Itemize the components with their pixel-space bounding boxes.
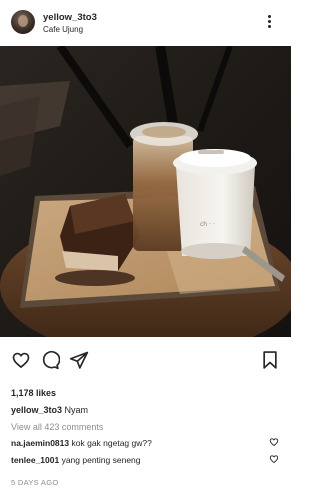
heart-icon[interactable] [269,437,279,447]
post-actions [0,350,291,374]
post-photo[interactable]: ch · · [0,46,291,337]
like-count[interactable]: 1,178 likes [11,388,56,398]
post-timestamp: 5 DAYS AGO [11,478,59,487]
comment-username[interactable]: na.jaemin0813 [11,438,69,448]
caption-text: Nyam [64,405,89,415]
view-all-comments-link[interactable]: View all 423 comments [11,422,103,432]
avatar[interactable] [11,10,35,34]
comment-item: tenlee_1001 yang penting seneng [11,455,141,465]
comment-icon[interactable] [40,350,60,370]
heart-icon[interactable] [269,454,279,464]
svg-text:ch · ·: ch · · [200,221,215,228]
more-options-icon[interactable] [264,15,274,31]
heart-icon[interactable] [11,350,31,370]
post-username[interactable]: yellow_3to3 [43,12,97,23]
post-location[interactable]: Cafe Ujung [43,25,83,34]
post-header: yellow_3to3 Cafe Ujung [0,0,291,46]
share-icon[interactable] [69,350,89,370]
comment-username[interactable]: tenlee_1001 [11,455,59,465]
bookmark-icon[interactable] [260,350,280,370]
comment-text: kok gak ngetag gw?? [71,438,152,448]
caption-username[interactable]: yellow_3to3 [11,405,62,415]
comment-text: yang penting seneng [61,455,141,465]
post-caption: yellow_3to3 Nyam [11,405,88,415]
comment-item: na.jaemin0813 kok gak ngetag gw?? [11,438,152,448]
